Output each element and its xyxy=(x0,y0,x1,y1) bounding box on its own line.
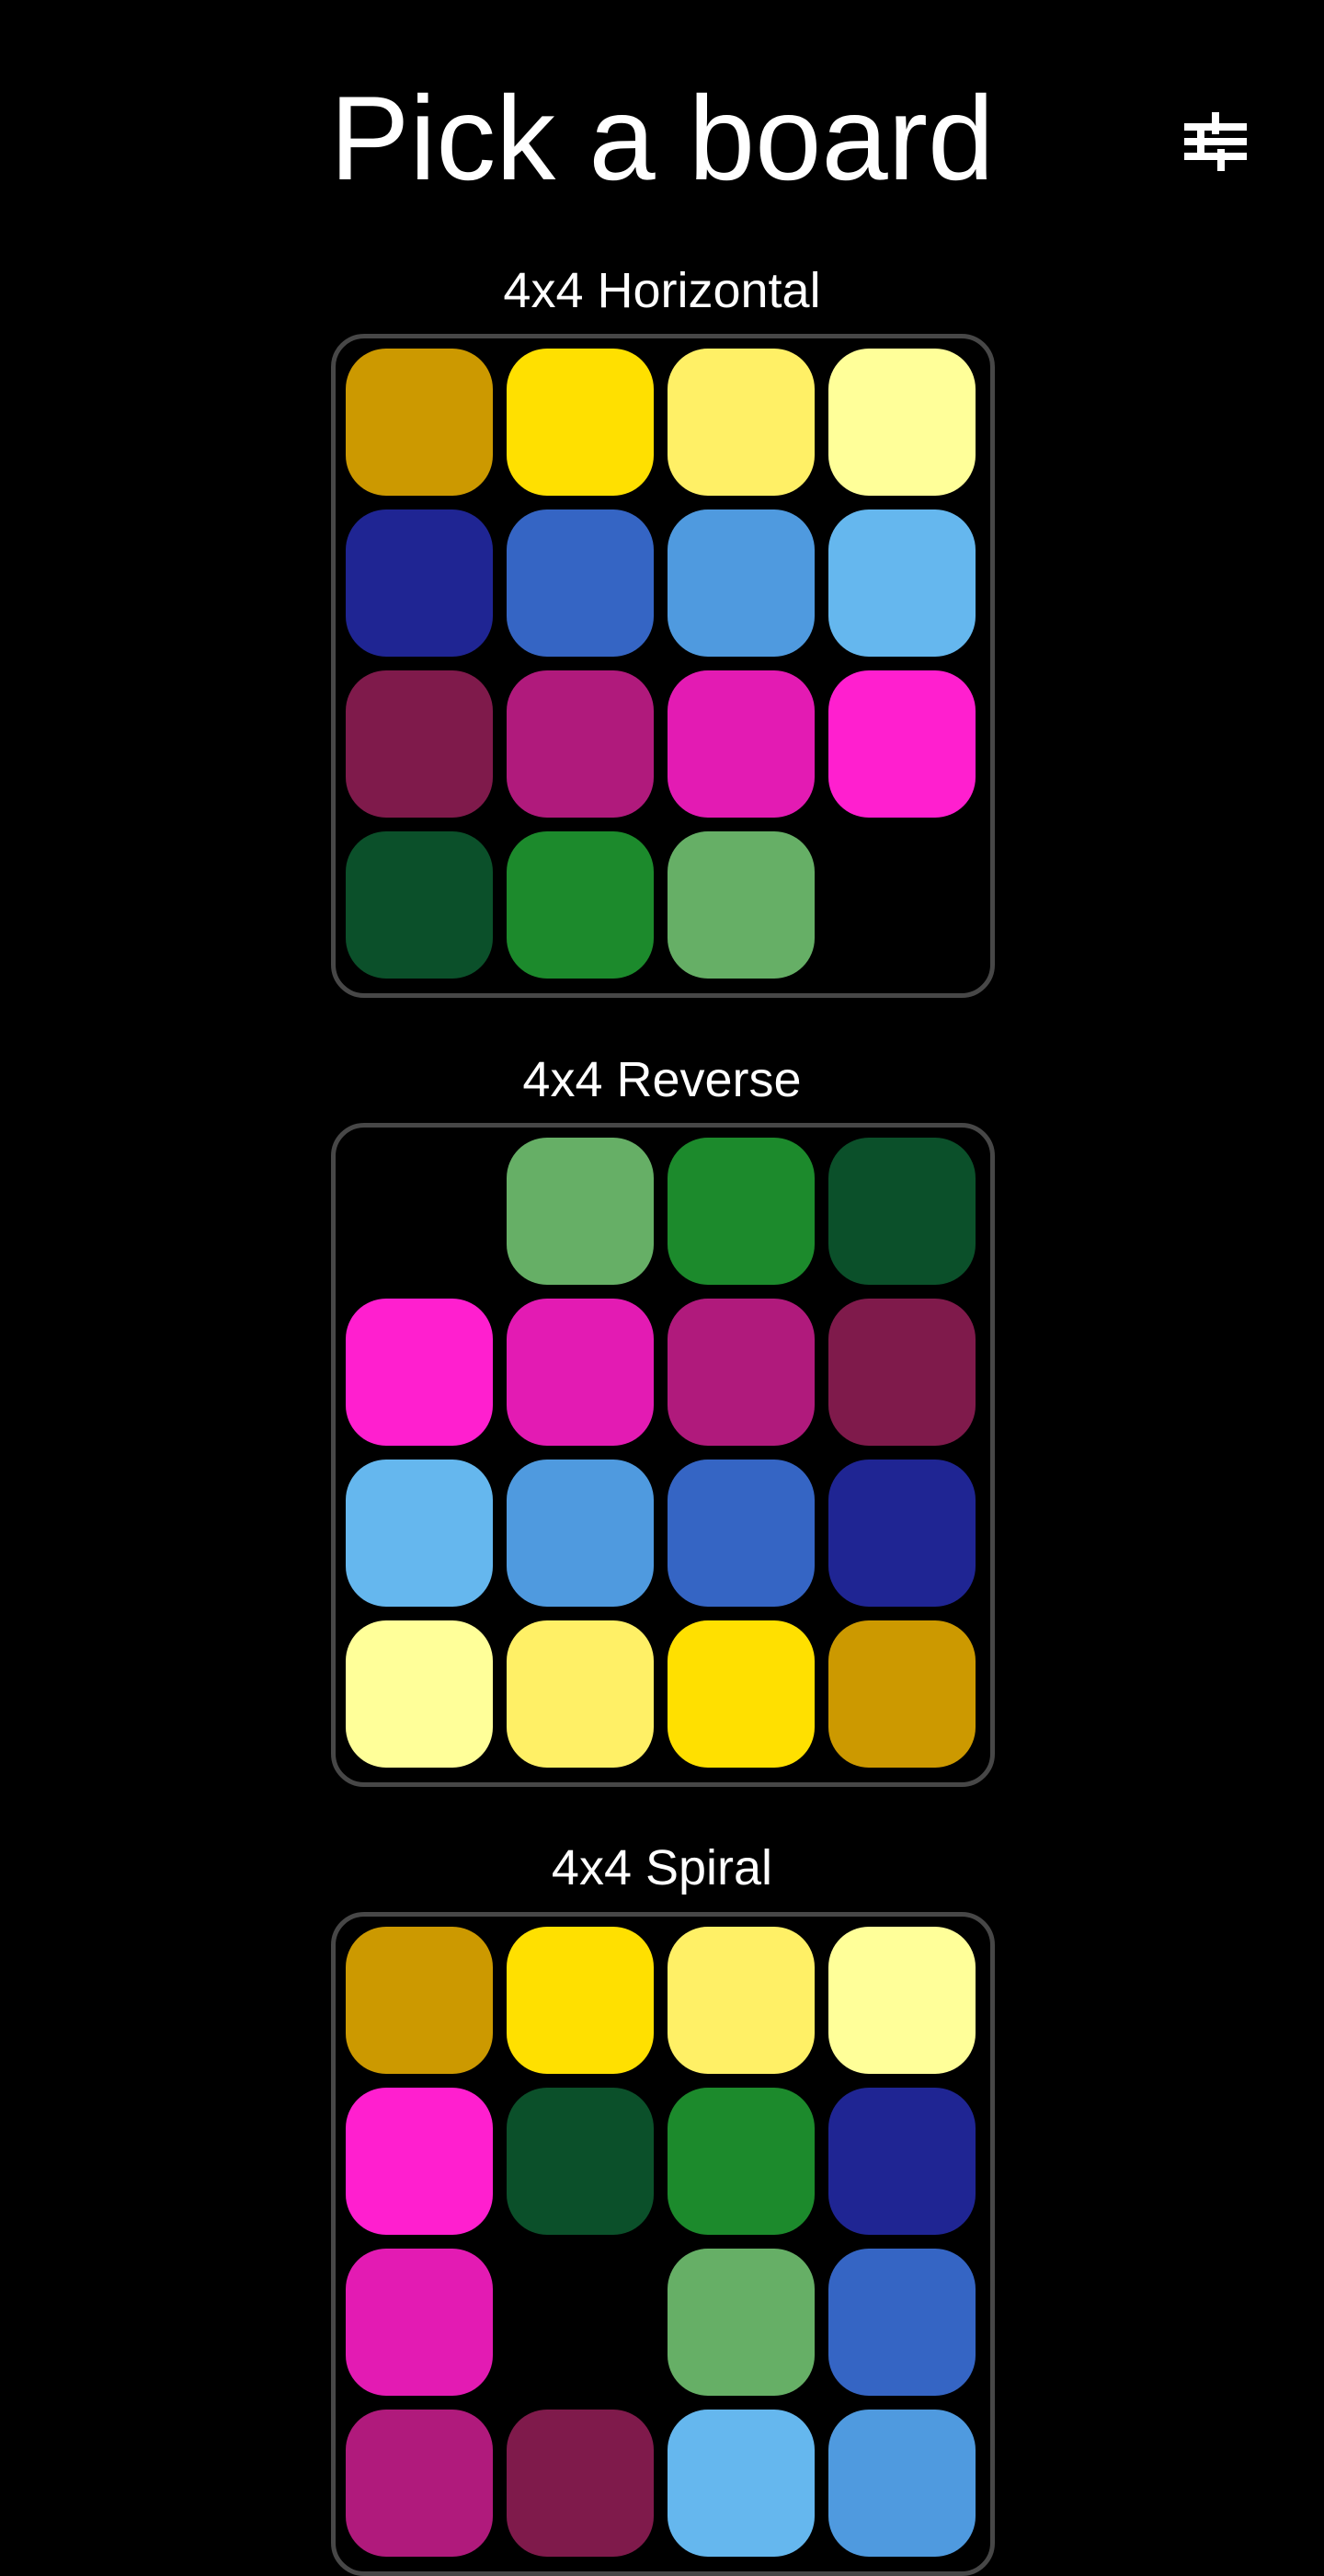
board-tile xyxy=(668,509,815,657)
board-tile xyxy=(668,2088,815,2235)
board-tile xyxy=(346,2249,493,2396)
tune-sliders-icon xyxy=(1184,112,1247,171)
board-tile xyxy=(507,1927,654,2074)
board-tile xyxy=(828,670,976,818)
board-tile xyxy=(346,2410,493,2557)
board-tile xyxy=(507,1620,654,1768)
board-tile xyxy=(346,2088,493,2235)
board-tile xyxy=(828,1927,976,2074)
board-tile xyxy=(668,670,815,818)
board-tile xyxy=(346,349,493,496)
board-tile xyxy=(828,2410,976,2557)
board-tile xyxy=(668,831,815,979)
board-tile xyxy=(828,1138,976,1285)
board-tile xyxy=(507,349,654,496)
board-tile xyxy=(828,2088,976,2235)
empty-slot xyxy=(346,1138,493,1285)
board-tile xyxy=(346,1460,493,1607)
board-tile xyxy=(828,1299,976,1446)
settings-button[interactable] xyxy=(1166,101,1265,182)
board-tile xyxy=(507,1299,654,1446)
board-tile xyxy=(507,1138,654,1285)
board-tile xyxy=(828,2249,976,2396)
board-tile xyxy=(346,509,493,657)
board-tile xyxy=(668,1299,815,1446)
board-tile xyxy=(507,509,654,657)
board-tile xyxy=(507,670,654,818)
board-tile xyxy=(828,1620,976,1768)
page-title: Pick a board xyxy=(329,71,995,205)
board-tile xyxy=(668,1460,815,1607)
board-tile xyxy=(668,2249,815,2396)
board-tile xyxy=(668,1620,815,1768)
board-tile xyxy=(346,831,493,979)
board-spiral[interactable] xyxy=(331,1912,995,2576)
board-reverse[interactable] xyxy=(331,1123,995,1787)
board-tile xyxy=(668,2410,815,2557)
board-title-spiral: 4x4 Spiral xyxy=(551,1840,773,1895)
board-tile xyxy=(346,1927,493,2074)
board-tile xyxy=(668,1138,815,1285)
board-title-horizontal: 4x4 Horizontal xyxy=(503,263,821,318)
board-tile xyxy=(507,831,654,979)
board-tile xyxy=(828,1460,976,1607)
empty-slot xyxy=(828,831,976,979)
board-tile xyxy=(668,349,815,496)
board-tile xyxy=(507,2410,654,2557)
board-tile xyxy=(346,1299,493,1446)
board-tile xyxy=(346,670,493,818)
empty-slot xyxy=(507,2249,654,2396)
board-title-reverse: 4x4 Reverse xyxy=(522,1052,802,1107)
board-tile xyxy=(828,349,976,496)
board-tile xyxy=(507,1460,654,1607)
board-tile xyxy=(828,509,976,657)
board-horizontal[interactable] xyxy=(331,334,995,998)
board-tile xyxy=(668,1927,815,2074)
board-tile xyxy=(346,1620,493,1768)
board-tile xyxy=(507,2088,654,2235)
